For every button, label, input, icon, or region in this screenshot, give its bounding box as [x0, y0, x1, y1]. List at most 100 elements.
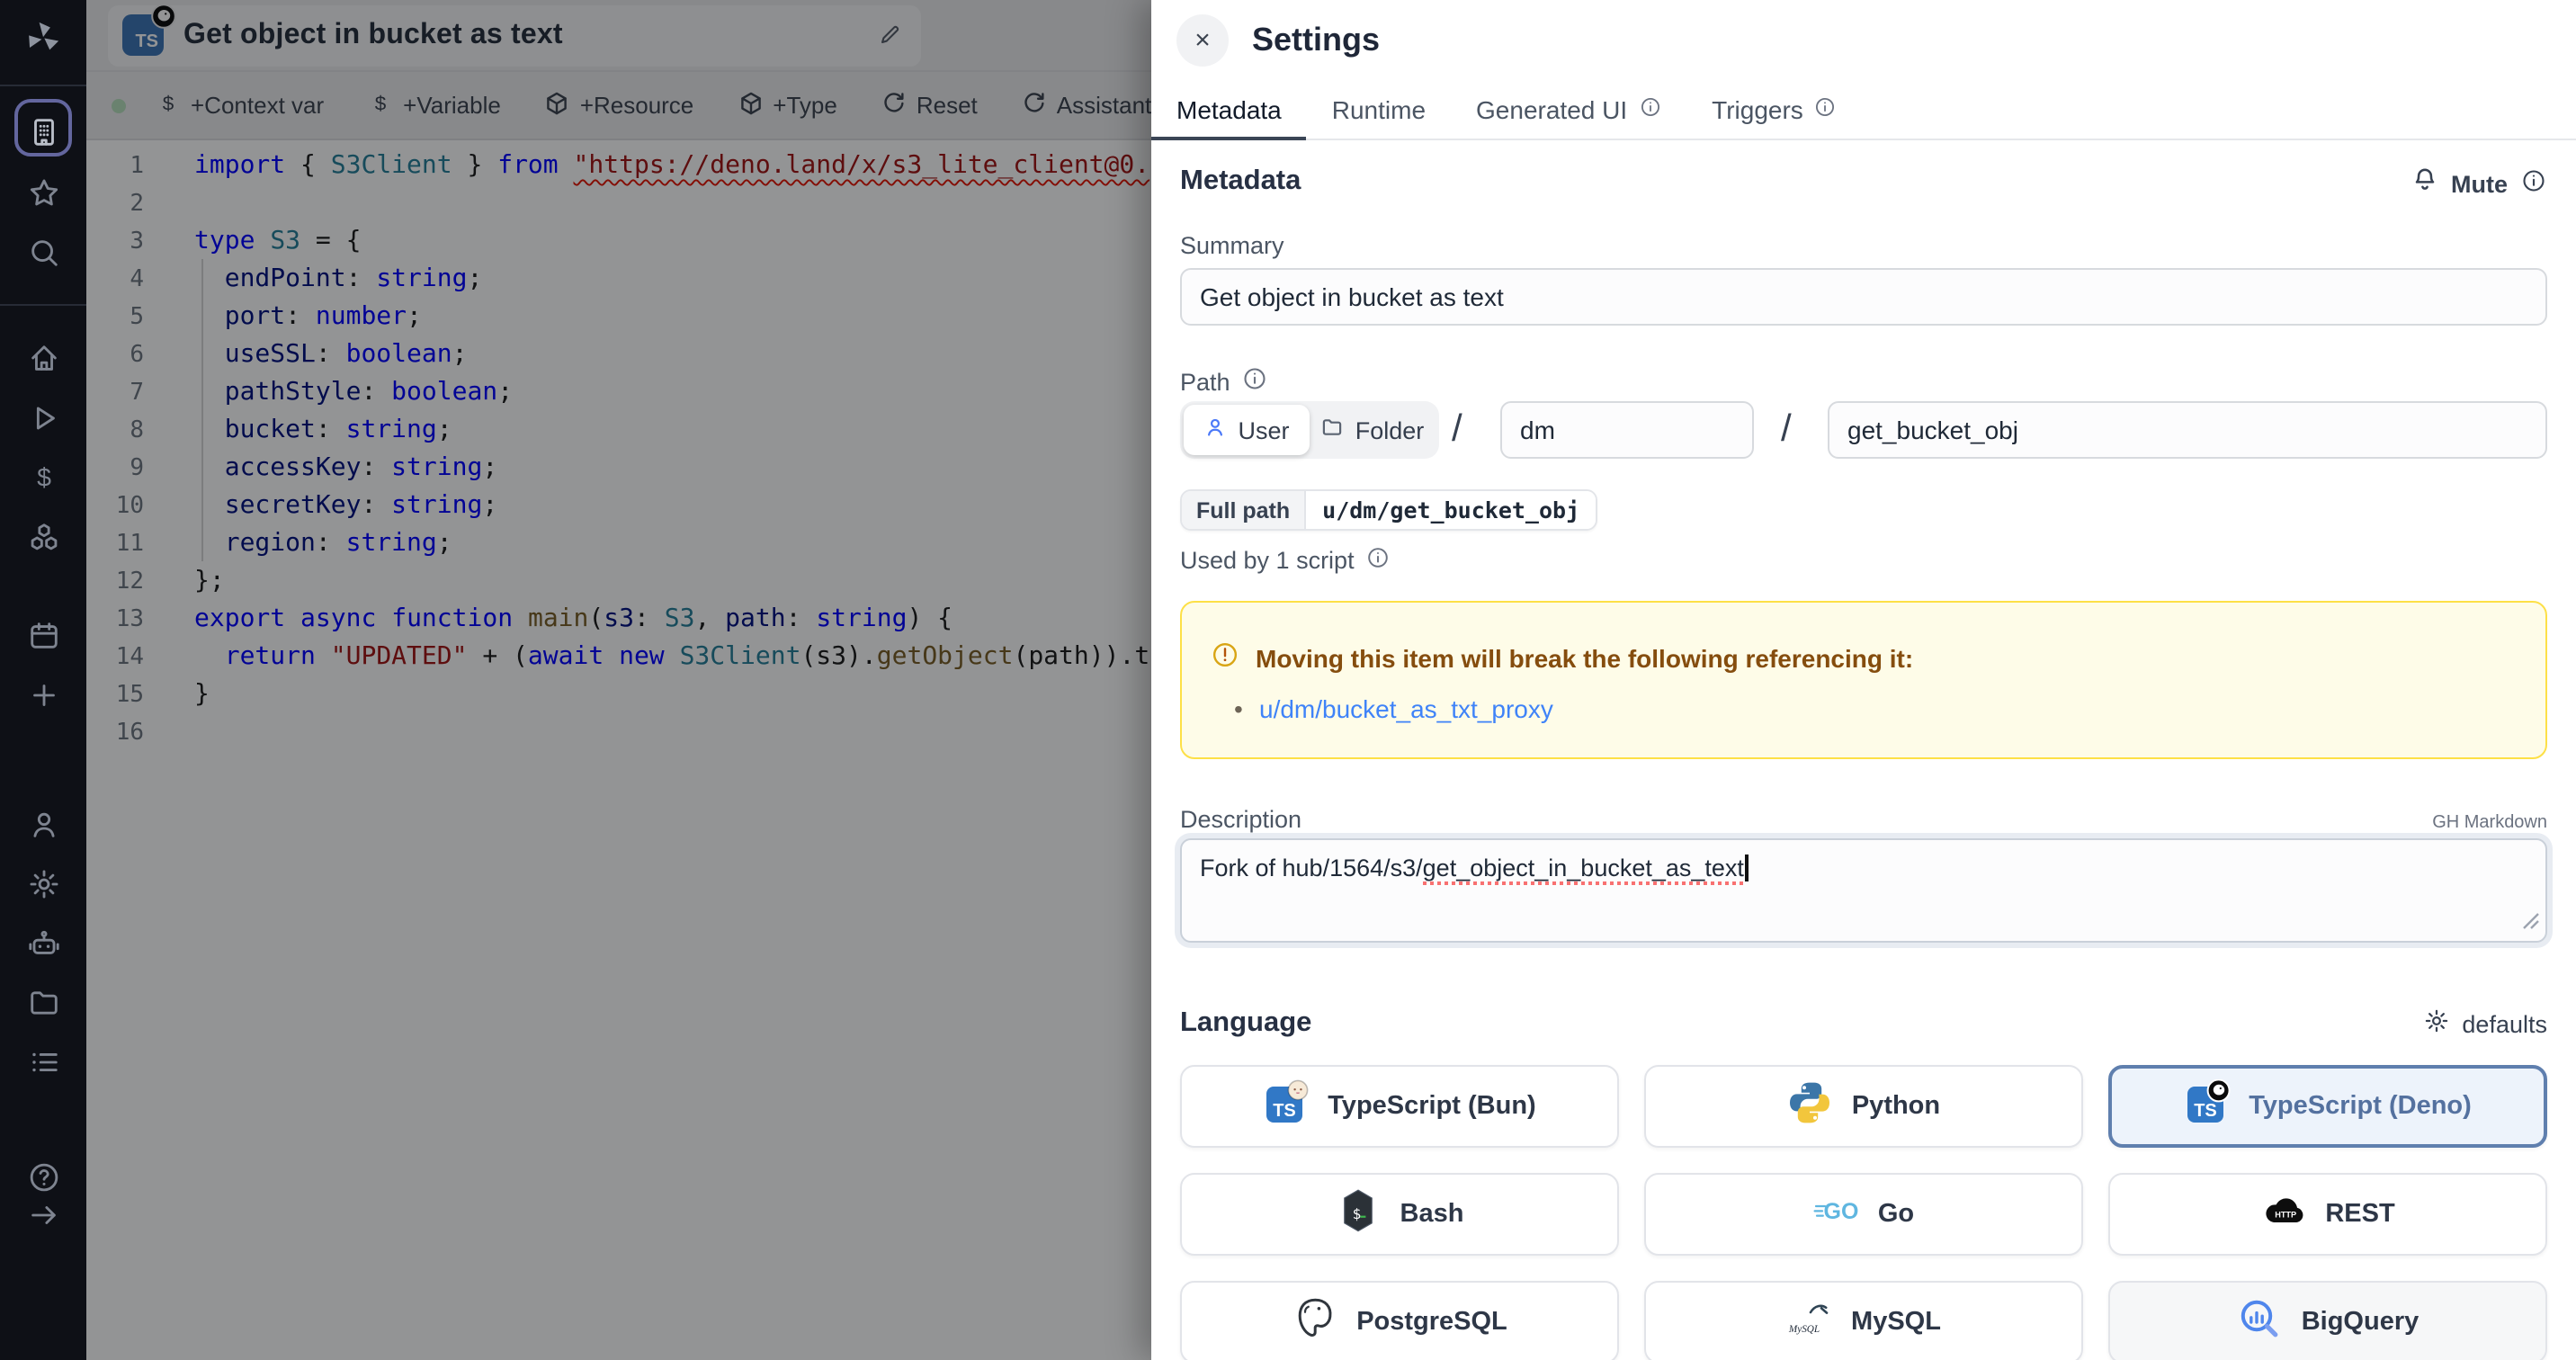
drawer-backdrop[interactable] [86, 0, 1151, 1360]
question-icon [26, 1159, 60, 1194]
info-icon[interactable] [1241, 365, 1268, 398]
language-option-ts-bun[interactable]: TSTypeScript (Bun) [1180, 1065, 1619, 1148]
full-path-badge: Full path u/dm/get_bucket_obj [1180, 489, 1597, 531]
tab-runtime[interactable]: Runtime [1307, 79, 1451, 139]
description-value: Fork of hub/1564/s3/get_object_in_bucket… [1200, 854, 1744, 885]
language-grid: TSTypeScript (Bun) Python TSTypeScript (De… [1180, 1065, 2547, 1360]
info-icon [1638, 94, 1661, 123]
sidebar-divider [0, 304, 86, 306]
selected-ring [14, 99, 72, 157]
used-by-text: Used by 1 script [1180, 545, 1391, 576]
sidebar-item-resources[interactable] [0, 516, 86, 556]
sidebar: $ [0, 0, 86, 1360]
go-icon: GO [1813, 1186, 1860, 1242]
settings-drawer: × Settings MetadataRuntimeGenerated UITr… [1151, 0, 2576, 1360]
description-textarea[interactable]: Fork of hub/1564/s3/get_object_in_bucket… [1180, 838, 2547, 943]
star-icon [26, 175, 60, 210]
sidebar-item-home[interactable] [0, 338, 86, 378]
list-item: u/dm/bucket_as_txt_proxy [1259, 694, 2517, 723]
folder-icon [1321, 416, 1345, 444]
resize-grip-icon[interactable] [2522, 908, 2540, 935]
list-icon [26, 1044, 60, 1078]
info-icon[interactable] [1365, 545, 1391, 576]
bell-icon [2410, 166, 2438, 203]
settings-title: Settings [1252, 0, 1380, 79]
sidebar-item-expand[interactable] [0, 1194, 86, 1234]
gear-icon [2422, 1007, 2449, 1040]
path-separator: / [1452, 401, 1462, 459]
settings-header: × Settings [1151, 0, 2576, 79]
language-option-go[interactable]: GOGo [1644, 1173, 2083, 1256]
folder-icon [26, 985, 60, 1019]
description-label: Description [1180, 806, 1301, 833]
sidebar-item-favorites[interactable] [0, 173, 86, 212]
svg-text:$: $ [1353, 1204, 1362, 1221]
person-icon [26, 807, 60, 841]
language-heading: Language [1180, 1007, 1311, 1040]
mute-label: Mute [2451, 171, 2508, 198]
ts-bun-icon: TS [1263, 1078, 1310, 1134]
warning-icon [1211, 640, 1239, 675]
info-icon [1814, 94, 1838, 123]
dollar-icon: $ [26, 460, 60, 494]
sidebar-item-user[interactable] [0, 804, 86, 844]
plus-icon [26, 677, 60, 711]
mute-button[interactable]: Mute [2410, 166, 2547, 203]
full-path-value: u/dm/get_bucket_obj [1306, 491, 1596, 529]
sidebar-item-schedules[interactable] [0, 615, 86, 655]
metadata-heading: Metadata [1180, 166, 1301, 198]
play-icon [26, 400, 60, 434]
close-icon[interactable]: × [1176, 14, 1229, 67]
markdown-hint: GH Markdown [2432, 813, 2547, 833]
windmill-logo-icon[interactable] [0, 18, 86, 58]
language-option-bash[interactable]: $Bash [1180, 1173, 1619, 1256]
tab-metadata[interactable]: Metadata [1151, 79, 1307, 139]
sidebar-item-search[interactable] [0, 232, 86, 272]
postgresql-icon [1292, 1294, 1338, 1350]
path-owner-input[interactable] [1500, 401, 1754, 459]
language-option-bigquery[interactable]: BigQuery [2108, 1281, 2547, 1360]
summary-input[interactable] [1180, 268, 2547, 326]
sidebar-divider [0, 85, 86, 86]
sidebar-item-workers[interactable] [0, 923, 86, 962]
referencing-script-link[interactable]: u/dm/bucket_as_txt_proxy [1259, 694, 1553, 723]
info-icon[interactable] [2520, 166, 2547, 202]
calendar-icon [26, 618, 60, 652]
svg-text:GO: GO [1823, 1198, 1858, 1223]
sidebar-item-runs[interactable] [0, 398, 86, 437]
language-option-ts-deno[interactable]: TSTypeScript (Deno) [2108, 1065, 2547, 1148]
warning-title: Moving this item will break the followin… [1256, 643, 1913, 672]
sidebar-item-variables[interactable]: $ [0, 457, 86, 497]
arrow-right-icon [26, 1197, 60, 1231]
path-separator: / [1781, 401, 1792, 459]
rest-icon: HTTP [2260, 1186, 2307, 1242]
tab-triggers[interactable]: Triggers [1686, 79, 1863, 139]
sidebar-item-help[interactable] [0, 1157, 86, 1196]
tab-generated-ui[interactable]: Generated UI [1451, 79, 1686, 139]
path-name-input[interactable] [1828, 401, 2547, 459]
settings-tabs: MetadataRuntimeGenerated UITriggers [1151, 79, 2576, 140]
search-icon [26, 235, 60, 269]
language-option-python[interactable]: Python [1644, 1065, 2083, 1148]
sidebar-item-logs[interactable] [0, 1042, 86, 1081]
owner-toggle-user[interactable]: User [1184, 405, 1310, 455]
owner-toggle-folder[interactable]: Folder [1310, 405, 1436, 455]
warning-ref-list: u/dm/bucket_as_txt_proxy [1211, 694, 2517, 723]
mysql-icon: MySQL [1786, 1294, 1833, 1350]
move-warning-box: Moving this item will break the followin… [1180, 601, 2547, 759]
svg-text:TS: TS [2194, 1100, 2217, 1120]
language-defaults-button[interactable]: defaults [2422, 1007, 2547, 1040]
language-option-rest[interactable]: HTTPREST [2108, 1173, 2547, 1256]
owner-kind-toggle: UserFolder [1180, 401, 1439, 459]
sidebar-item-settings[interactable] [0, 863, 86, 903]
language-option-postgresql[interactable]: PostgreSQL [1180, 1281, 1619, 1360]
home-icon [26, 341, 60, 375]
python-icon [1787, 1078, 1834, 1134]
sidebar-item-workspace[interactable] [0, 112, 86, 151]
summary-label: Summary [1180, 232, 1284, 259]
sidebar-item-folders[interactable] [0, 982, 86, 1022]
language-option-mysql[interactable]: MySQLMySQL [1644, 1281, 2083, 1360]
svg-text:TS: TS [1273, 1100, 1296, 1120]
robot-icon [26, 926, 60, 960]
sidebar-item-create[interactable] [0, 675, 86, 714]
